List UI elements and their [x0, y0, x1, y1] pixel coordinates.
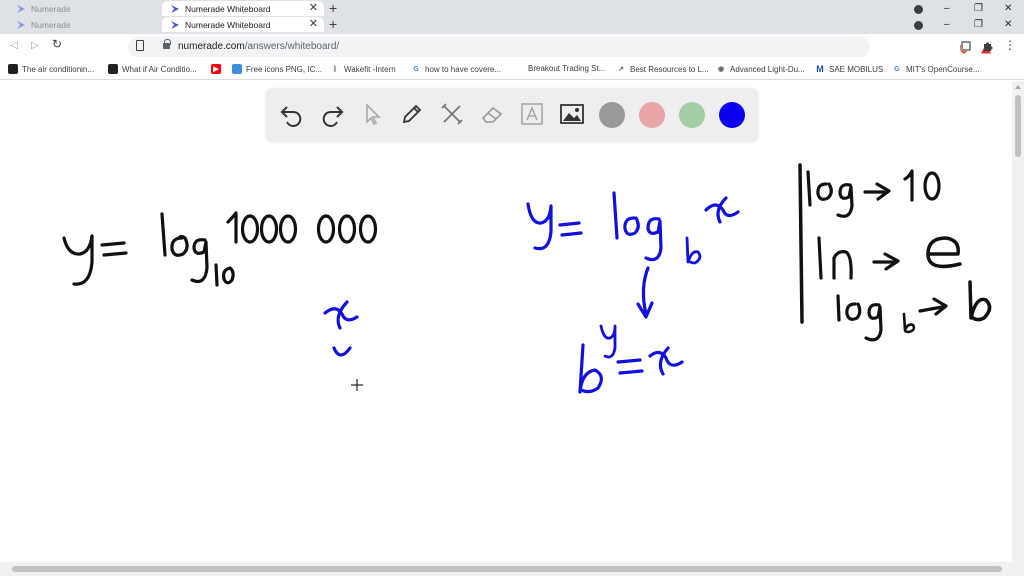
- handwritten-equals-top: [616, 358, 642, 364]
- handwritten-e: [926, 236, 962, 269]
- handwritten-digit-1: [226, 211, 238, 244]
- handwritten-digit-0: [337, 214, 357, 244]
- handwritten-o: [623, 216, 640, 236]
- handwritten-digit-0: [240, 214, 260, 244]
- color-green-swatch[interactable]: [679, 102, 705, 128]
- handwritten-arrow: [918, 297, 948, 316]
- handwritten-superscript-y: [599, 324, 617, 359]
- handwritten-subscript-1: [214, 263, 219, 287]
- handwritten-equals-top: [558, 221, 581, 227]
- color-red-swatch[interactable]: [639, 102, 665, 128]
- handwritten-l: [612, 191, 619, 240]
- color-blue-swatch[interactable]: [719, 102, 745, 128]
- handwritten-y: [62, 234, 94, 286]
- handwritten-l: [817, 236, 823, 280]
- handwritten-subscript-b: [685, 236, 702, 265]
- handwritten-l: [160, 212, 167, 257]
- handwritten-g: [864, 303, 883, 342]
- handwritten-equals-bottom: [102, 251, 128, 257]
- tools-icon[interactable]: [438, 100, 466, 128]
- handwritten-g: [190, 238, 209, 284]
- handwritten-subscript-b: [902, 312, 916, 334]
- crosshair-cursor-icon: [351, 379, 363, 391]
- undo-icon[interactable]: [278, 100, 306, 128]
- handwritten-x-curve: [648, 350, 684, 367]
- handwritten-digit-0: [923, 171, 941, 201]
- color-gray-swatch[interactable]: [599, 102, 625, 128]
- handwritten-o: [170, 234, 189, 257]
- handwritten-digit-1: [903, 169, 914, 202]
- scroll-up-arrow-icon[interactable]: [1015, 85, 1021, 89]
- handwritten-b: [968, 280, 992, 322]
- handwritten-arrow: [872, 252, 900, 271]
- browser-window: Numerade Numerade Whiteboard ✕ + – ❐ ✕ N…: [0, 0, 1024, 576]
- handwritten-g: [644, 217, 663, 262]
- eraser-icon[interactable]: [478, 100, 506, 128]
- handwritten-o: [845, 302, 862, 321]
- handwritten-equals-bottom: [560, 231, 583, 237]
- pen-icon[interactable]: [398, 100, 426, 128]
- handwritten-arrow-shaft: [641, 266, 650, 316]
- vertical-scrollbar[interactable]: [1012, 81, 1024, 562]
- handwritten-arrow: [863, 182, 891, 201]
- blue-handwriting: [323, 191, 740, 394]
- handwritten-digit-0: [316, 214, 336, 244]
- handwritten-subscript-0: [222, 266, 235, 285]
- horizontal-scrollbar[interactable]: [0, 562, 1024, 576]
- handwritten-g: [836, 183, 854, 218]
- handwritten-digit-0: [358, 214, 378, 244]
- handwritten-x-curve: [704, 203, 740, 218]
- handwritten-y: [526, 202, 553, 251]
- handwritten-l: [836, 294, 841, 322]
- handwritten-divider-line: [798, 163, 804, 324]
- handwritten-b: [578, 343, 603, 394]
- cursor-icon[interactable]: [358, 100, 386, 128]
- horizontal-scroll-thumb[interactable]: [12, 566, 1002, 572]
- image-icon[interactable]: [558, 100, 586, 128]
- whiteboard-ink: [62, 163, 992, 394]
- whiteboard-toolbar: [266, 88, 758, 141]
- handwritten-l: [806, 170, 812, 207]
- text-icon[interactable]: [518, 100, 546, 128]
- handwritten-digit-0: [259, 214, 279, 244]
- handwritten-n: [832, 250, 853, 280]
- handwritten-o: [816, 182, 833, 201]
- handwritten-digit-0: [278, 214, 298, 244]
- vertical-scroll-thumb[interactable]: [1015, 95, 1021, 157]
- redo-icon[interactable]: [318, 100, 346, 128]
- handwritten-check: [332, 346, 352, 357]
- black-handwriting: [62, 163, 992, 342]
- handwritten-equals-top: [100, 241, 126, 247]
- handwritten-equals-bottom: [618, 369, 644, 375]
